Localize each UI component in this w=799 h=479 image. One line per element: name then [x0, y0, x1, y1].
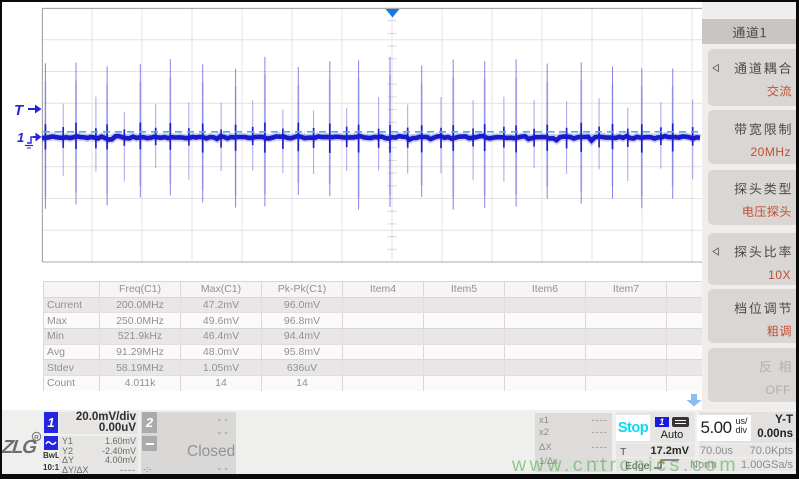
svg-text:R: R — [34, 434, 39, 441]
svg-text:1: 1 — [17, 130, 24, 145]
svg-text:ZLG: ZLG — [2, 437, 38, 458]
svg-text:T: T — [14, 102, 25, 119]
